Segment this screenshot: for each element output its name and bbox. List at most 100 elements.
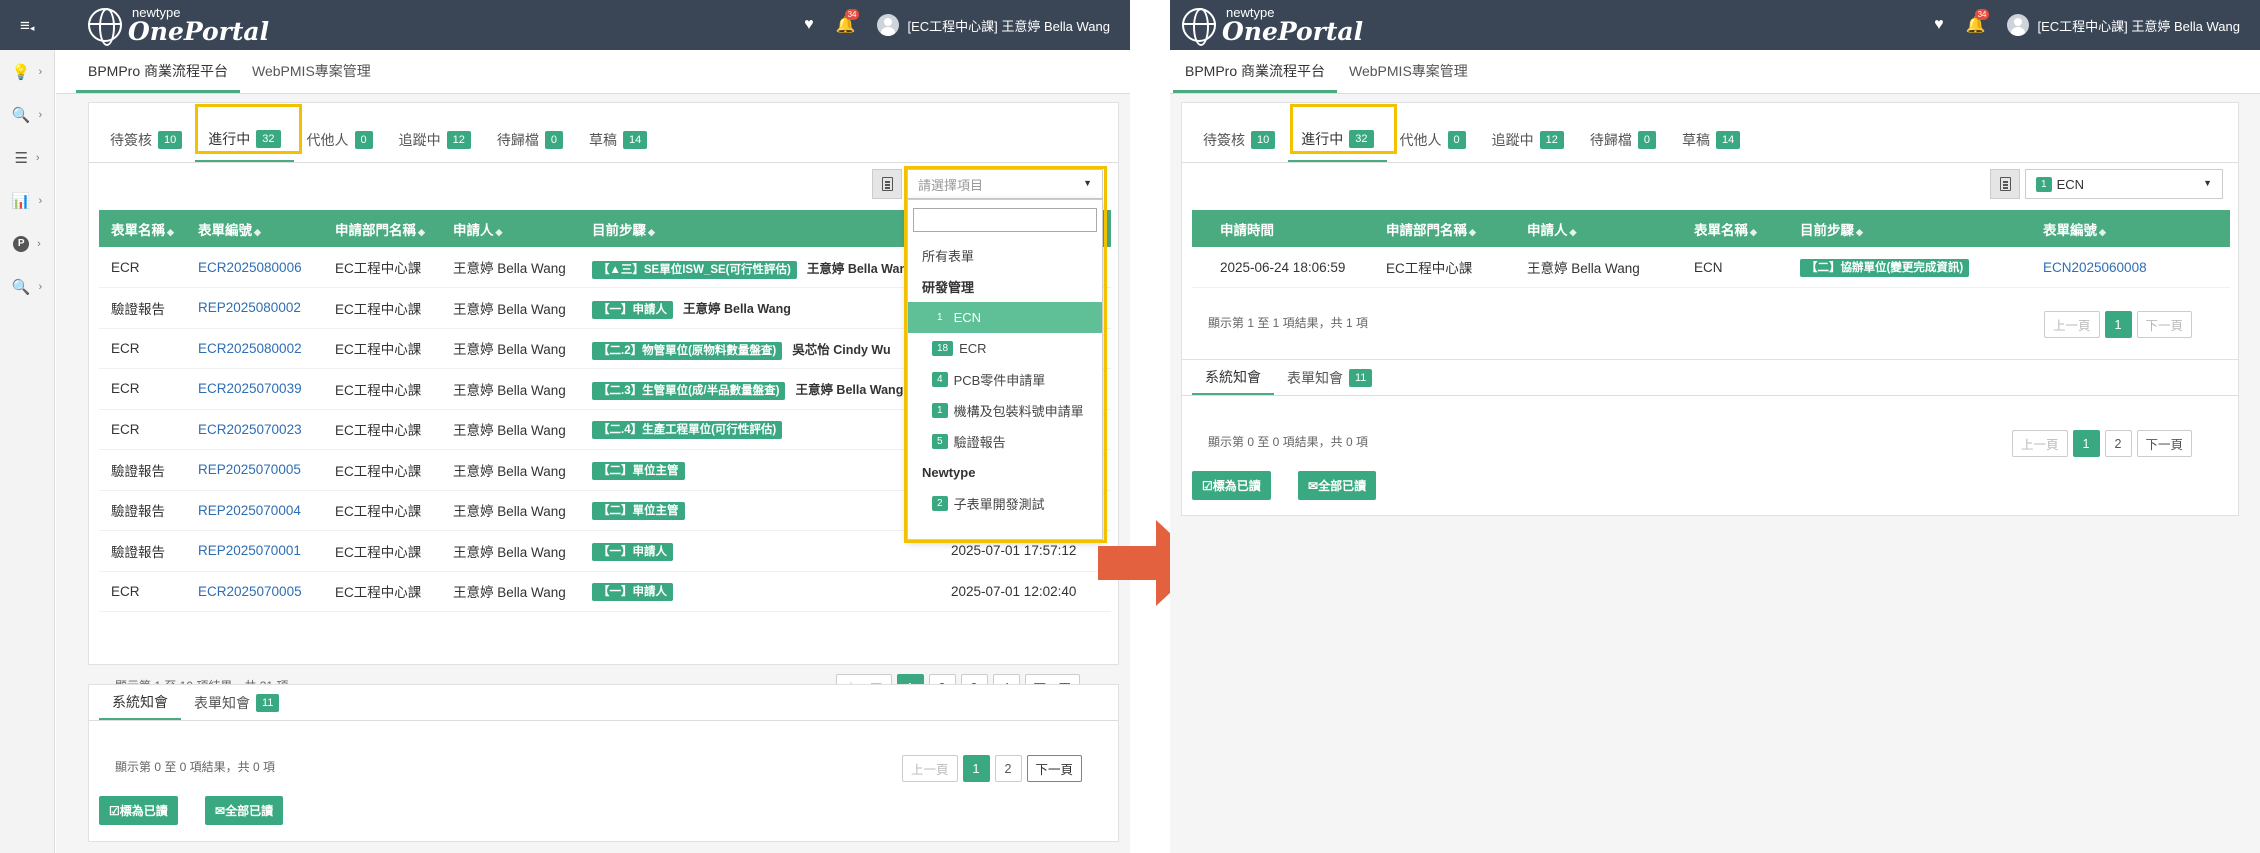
menu-icon[interactable]: ≡◂ (20, 16, 34, 36)
cell-step: 【二】單位主管 (580, 490, 951, 531)
chart-icon: 📊 (11, 192, 31, 210)
form-type-select[interactable]: 1 ECN ▼ (2025, 169, 2223, 199)
cell-form-no[interactable]: REP2025080002 (186, 287, 323, 329)
cell-step: 【▲三】SE單位ISW_SE(可行性評估) 王意婷 Bella Wang (580, 247, 951, 288)
page-button[interactable]: 2 (994, 755, 1022, 782)
sidebar-item-server[interactable]: ☰ › (0, 136, 54, 179)
sidebar-item-chart[interactable]: 📊 › (0, 179, 54, 222)
col-dept[interactable]: 申請部門名稱 ◆ (1374, 210, 1515, 247)
heart-icon[interactable]: ♥ (1934, 16, 1944, 34)
cell-form: 驗證報告 (99, 530, 186, 572)
tab-bpmpro[interactable]: BPMPro 商業流程平台 (1173, 50, 1338, 93)
next-page-button[interactable]: 下一頁 (1026, 755, 1083, 782)
tab-tracking[interactable]: 追蹤中 12 (386, 118, 484, 162)
tab-archive[interactable]: 待歸檔 0 (1577, 118, 1669, 162)
cell-form-no[interactable]: ECR2025070023 (186, 409, 323, 450)
form-no-link[interactable]: ECR2025080006 (198, 260, 302, 275)
sidebar-item-ideas[interactable]: 💡 › (0, 50, 54, 93)
highlight-box (195, 104, 302, 154)
tab-bpmpro[interactable]: BPMPro 商業流程平台 (76, 50, 241, 93)
sidebar-item-search-2[interactable]: 🔍 › (0, 265, 54, 308)
bell-icon[interactable]: 🔔 34 (836, 9, 860, 35)
page-button[interactable]: 2 (2104, 430, 2132, 457)
tab-system-notice[interactable]: 系統知會 (1192, 361, 1274, 395)
tab-proxy[interactable]: 代他人 0 (1387, 118, 1479, 162)
page-button[interactable]: 1 (962, 755, 990, 782)
mark-read-button[interactable]: ☑ 標為已讀 (99, 796, 178, 825)
cell-applicant: 王意婷 Bella Wang (441, 328, 580, 369)
cell-form-no[interactable]: ECR2025080006 (186, 247, 323, 288)
step-badge: 【二.2】物管單位(原物料數量盤查) (592, 341, 783, 360)
mark-read-button[interactable]: ☑ 標為已讀 (1192, 471, 1271, 500)
col-form-name[interactable]: 表單名稱 ◆ (1682, 210, 1788, 247)
highlight-box (904, 166, 1107, 543)
cell-form-no[interactable]: ECN2025060008 (2031, 247, 2230, 288)
count-badge: 0 (1637, 131, 1656, 149)
tab-label: 系統知會 (1205, 369, 1261, 385)
col-apply-time[interactable]: 申請時間 (1192, 210, 1374, 247)
next-page-button[interactable]: 下一頁 (2136, 430, 2193, 457)
col-step[interactable]: 目前步驟 ◆ (1788, 210, 2031, 247)
tab-tracking[interactable]: 追蹤中 12 (1479, 118, 1577, 162)
page-button[interactable]: 1 (2104, 311, 2132, 338)
cell-form-no[interactable]: ECR2025070005 (186, 571, 323, 612)
col-applicant[interactable]: 申請人 ◆ (1515, 210, 1682, 247)
col-form-name[interactable]: 表單名稱 ◆ (99, 210, 186, 247)
prev-page-button[interactable]: 上一頁 (2044, 311, 2100, 338)
sidebar-item-p[interactable]: P › (0, 222, 54, 265)
cell-form-no[interactable]: ECR2025070039 (186, 368, 323, 410)
table-row[interactable]: 2025-06-24 18:06:59 EC工程中心課 王意婷 Bella Wang… (1192, 247, 2230, 288)
col-form-no[interactable]: 表單編號 ◆ (2031, 210, 2230, 247)
count-badge: 0 (544, 131, 563, 149)
form-no-link[interactable]: ECR2025070005 (198, 584, 302, 599)
heart-icon[interactable]: ♥ (804, 16, 814, 34)
cell-form-no[interactable]: ECR2025080002 (186, 328, 323, 369)
step-badge: 【二】單位主管 (592, 461, 685, 480)
tab-archive[interactable]: 待歸檔 0 (484, 118, 576, 162)
col-form-no[interactable]: 表單編號 ◆ (186, 210, 323, 247)
table-row[interactable]: ECR ECR2025070005 EC工程中心課 王意婷 Bella Wang 【一】… (99, 571, 1111, 612)
user-menu[interactable]: [EC工程中心課] 王意婷 Bella Wang (2007, 14, 2240, 36)
cell-form-no[interactable]: REP2025070005 (186, 449, 323, 491)
logo[interactable]: newtype OnePortal (1182, 6, 1363, 46)
col-step[interactable]: 目前步驟 ◆ (580, 210, 951, 247)
tab-pending[interactable]: 待簽核 10 (1190, 118, 1288, 162)
col-dept[interactable]: 申請部門名稱 ◆ (323, 210, 441, 247)
tab-pending[interactable]: 待簽核 10 (97, 118, 195, 162)
tab-proxy[interactable]: 代他人 0 (294, 118, 386, 162)
tab-label: 表單知會 (194, 695, 250, 711)
tab-draft[interactable]: 草稿 14 (1669, 118, 1753, 162)
cell-applicant: 王意婷 Bella Wang (441, 287, 580, 329)
sidebar-item-search[interactable]: 🔍 › (0, 93, 54, 136)
prev-page-button[interactable]: 上一頁 (902, 755, 958, 782)
form-no-link[interactable]: REP2025070001 (198, 543, 301, 558)
form-no-link[interactable]: REP2025070004 (198, 503, 301, 518)
prev-page-button[interactable]: 上一頁 (2012, 430, 2068, 457)
bell-icon[interactable]: 🔔 34 (1966, 9, 1990, 35)
form-no-link[interactable]: ECR2025070039 (198, 381, 302, 396)
tab-form-notice[interactable]: 表單知會 11 (181, 686, 292, 720)
top-bar-left: ≡◂ newtype OnePortal ♥ 🔔 34 [EC工程中心課] 王意婷 … (0, 0, 1130, 50)
tab-form-notice[interactable]: 表單知會 11 (1274, 361, 1385, 395)
logo[interactable]: newtype OnePortal (88, 6, 269, 46)
document-icon[interactable] (1990, 169, 2020, 199)
next-page-button[interactable]: 下一頁 (2136, 311, 2193, 338)
mark-all-read-button[interactable]: ✉ 全部已讀 (1298, 471, 1377, 500)
col-applicant[interactable]: 申請人 ◆ (441, 210, 580, 247)
tab-webpmis[interactable]: WebPMIS專案管理 (240, 50, 383, 93)
document-icon[interactable] (872, 169, 902, 199)
form-no-link[interactable]: ECN2025060008 (2043, 260, 2147, 275)
mark-all-read-button[interactable]: ✉ 全部已讀 (205, 796, 284, 825)
form-no-link[interactable]: ECR2025070023 (198, 422, 302, 437)
form-no-link[interactable]: REP2025080002 (198, 300, 301, 315)
user-menu[interactable]: [EC工程中心課] 王意婷 Bella Wang (877, 14, 1110, 36)
cell-form-no[interactable]: REP2025070001 (186, 530, 323, 572)
tab-webpmis[interactable]: WebPMIS專案管理 (1337, 50, 1480, 93)
tab-system-notice[interactable]: 系統知會 (99, 686, 181, 720)
tab-draft[interactable]: 草稿 14 (576, 118, 660, 162)
page-button[interactable]: 1 (2072, 430, 2100, 457)
cell-form-no[interactable]: REP2025070004 (186, 490, 323, 531)
form-no-link[interactable]: REP2025070005 (198, 462, 301, 477)
form-no-link[interactable]: ECR2025080002 (198, 341, 302, 356)
step-badge: 【二】單位主管 (592, 502, 685, 521)
